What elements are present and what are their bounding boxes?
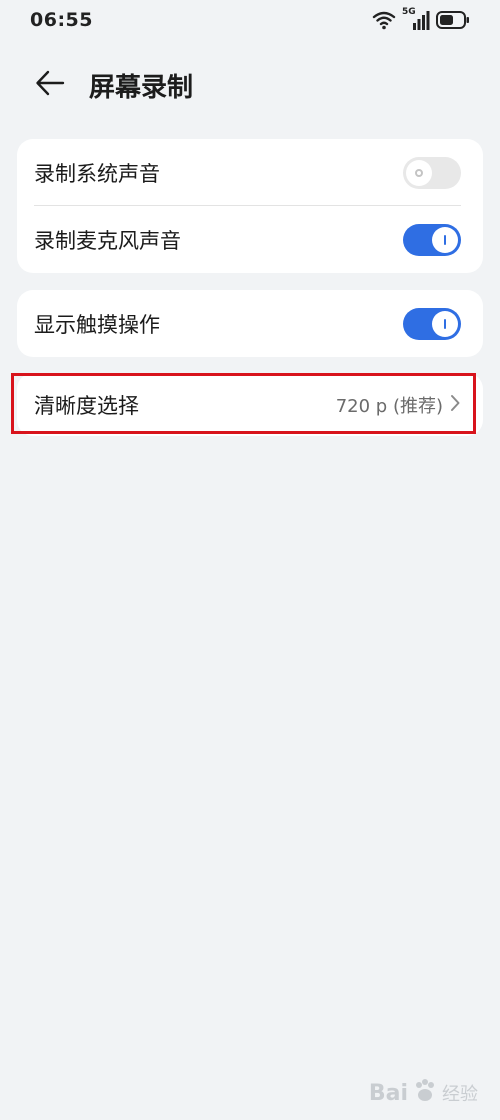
audio-settings-card: 录制系统声音 录制麦克风声音 [17, 139, 483, 273]
microphone-audio-label: 录制麦克风声音 [34, 228, 181, 253]
system-audio-label: 录制系统声音 [34, 161, 160, 186]
screen-recording-settings-screen: 06:55 5G 屏幕录制 录制系统声音 录制麦克风声音 显示触摸操作 清晰度选… [0, 0, 500, 1120]
paw-icon [412, 1078, 438, 1108]
toggle-knob [432, 310, 458, 337]
page-header: 屏幕录制 [0, 60, 500, 110]
status-time: 06:55 [30, 9, 93, 31]
show-touches-label: 显示触摸操作 [34, 312, 160, 337]
arrow-left-icon [35, 70, 65, 100]
status-icons: 5G [372, 7, 470, 31]
watermark: Bai 经验 [369, 1078, 478, 1108]
battery-icon [436, 10, 470, 30]
back-button[interactable] [25, 60, 75, 110]
system-audio-toggle[interactable] [403, 156, 461, 189]
resolution-label: 清晰度选择 [34, 393, 139, 418]
resolution-value: 720 p (推荐) [335, 395, 443, 417]
quality-settings-card: 清晰度选择 720 p (推荐) [17, 373, 483, 436]
watermark-suffix: 经验 [442, 1084, 478, 1105]
touch-settings-card: 显示触摸操作 [17, 290, 483, 357]
wifi-icon [372, 10, 396, 30]
resolution-value-group: 720 p (推荐) [336, 392, 461, 418]
watermark-brand: Bai [368, 1080, 408, 1106]
system-audio-row[interactable]: 录制系统声音 [17, 139, 483, 206]
status-bar: 06:55 5G [0, 0, 500, 40]
chevron-right-icon [449, 393, 461, 417]
show-touches-toggle[interactable] [403, 307, 461, 340]
toggle-knob [432, 226, 458, 253]
microphone-audio-toggle[interactable] [403, 223, 461, 256]
signal-icon: 5G [402, 7, 430, 31]
microphone-audio-row[interactable]: 录制麦克风声音 [17, 206, 483, 273]
show-touches-row[interactable]: 显示触摸操作 [17, 290, 483, 357]
resolution-row[interactable]: 清晰度选择 720 p (推荐) [17, 373, 483, 436]
toggle-knob [406, 159, 432, 186]
page-title: 屏幕录制 [89, 72, 194, 103]
